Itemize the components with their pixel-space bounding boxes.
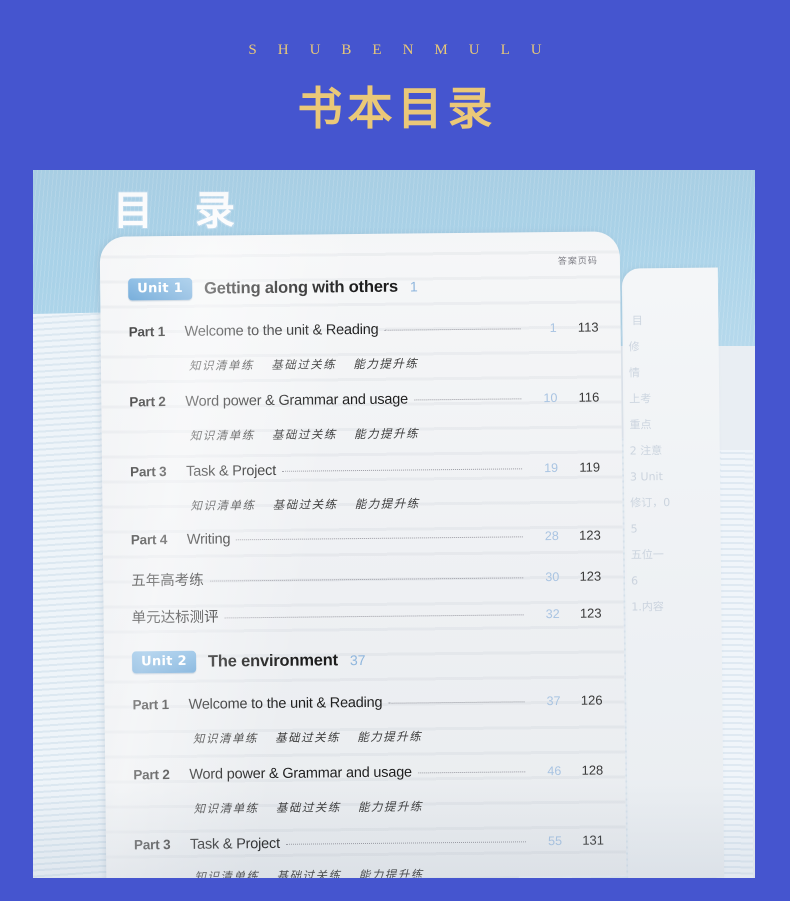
part-title: Task & Project: [186, 462, 277, 480]
sub-item: 知识清单练: [189, 428, 255, 443]
sub-items: 知识清单练 基础过关练 能力提升练: [190, 425, 431, 444]
answer-page-number: 131: [582, 832, 605, 848]
sub-item: 知识清单练: [194, 869, 260, 878]
content-page-number: 46: [547, 763, 562, 779]
content-page-number: 30: [545, 569, 560, 585]
page-title: 书本目录: [297, 82, 498, 135]
content-page-number: 19: [544, 460, 559, 476]
toc-row[interactable]: Part 4 Writing 28 123: [131, 528, 601, 549]
dot-leader: [285, 841, 527, 845]
answer-page-number: 126: [580, 692, 603, 708]
unit-title: Getting along with others: [203, 277, 399, 298]
sub-item: 基础过关练: [274, 730, 341, 745]
section-title: 五年高考练: [131, 572, 204, 590]
unit-badge: Unit 2: [131, 650, 197, 674]
table-of-contents: 答案页码 Unit 1 Getting along with others 1 …: [100, 231, 627, 878]
toc-row[interactable]: Part 3 Task & Project 19 119: [130, 460, 600, 481]
sub-item: 能力提升练: [357, 799, 424, 815]
part-label: Part 1: [132, 697, 169, 713]
part-label: Part 2: [133, 767, 170, 783]
unit-page-number: 1: [409, 278, 418, 295]
sub-item: 知识清单练: [188, 358, 255, 373]
sub-items: 知识清单练 基础过关练 能力提升练: [190, 495, 431, 514]
part-label: Part 1: [128, 324, 166, 340]
sub-item: 能力提升练: [353, 426, 420, 442]
sub-item: 基础过关练: [276, 868, 342, 878]
unit-heading-2[interactable]: Unit 2 The environment 37: [131, 649, 366, 674]
toc-row[interactable]: Part 1 Welcome to the unit & Reading 37 …: [132, 693, 602, 714]
section-title: 单元达标测评: [131, 609, 219, 627]
unit-title: The environment: [207, 650, 338, 671]
sub-item: 基础过关练: [275, 800, 341, 815]
sub-item: 知识清单练: [192, 731, 258, 746]
dot-leader: [209, 577, 524, 582]
sub-items: 知识清单练 基础过关练 能力提升练: [193, 728, 434, 747]
content-page-number: 1: [549, 320, 557, 336]
unit-badge: Unit 1: [128, 277, 193, 301]
answer-page-number: 119: [579, 459, 601, 475]
toc-page: 答案页码 Unit 1 Getting along with others 1 …: [99, 231, 627, 878]
ghost-text: 目 修 情上考 重点 2 注意 3 Unit 修订，0 5 五位一 6 1.内容: [628, 314, 671, 614]
toc-row[interactable]: Part 3 Task & Project 55 131: [134, 832, 604, 853]
sub-item: 能力提升练: [354, 496, 420, 512]
dot-leader: [388, 701, 525, 704]
part-title: Writing: [186, 531, 231, 548]
cover-title: 目 录: [113, 188, 249, 234]
content-page-number: 10: [543, 390, 558, 406]
dot-leader: [384, 328, 521, 331]
toc-row[interactable]: Part 2 Word power & Grammar and usage 46…: [133, 762, 603, 783]
answer-page-number: 128: [581, 762, 604, 778]
content-page-number: 37: [546, 693, 561, 709]
part-title: Welcome to the unit & Reading: [184, 321, 379, 340]
dot-leader: [236, 536, 523, 541]
sub-item: 基础过关练: [271, 427, 337, 442]
answer-page-number: 123: [579, 605, 602, 621]
part-label: Part 2: [129, 394, 166, 410]
toc-row[interactable]: 单元达标测评 32 123: [132, 602, 602, 628]
part-title: Word power & Grammar and usage: [185, 391, 409, 410]
unit-heading-1[interactable]: Unit 1 Getting along with others 1: [128, 275, 418, 301]
answer-page-number: 116: [578, 389, 600, 405]
toc-row[interactable]: 五年高考练 30 123: [131, 565, 601, 591]
part-title: Welcome to the unit & Reading: [188, 694, 383, 713]
part-label: Part 4: [130, 532, 168, 548]
content-page-number: 32: [545, 606, 560, 622]
sub-item: 知识清单练: [190, 498, 256, 513]
banner-pinyin: SHUBENMULU: [248, 42, 563, 58]
answer-column-header: 答案页码: [557, 256, 598, 267]
part-title: Task & Project: [189, 835, 280, 853]
part-label: Part 3: [130, 464, 167, 480]
toc-row[interactable]: Part 1 Welcome to the unit & Reading 1 1…: [129, 320, 599, 341]
dot-leader: [281, 468, 523, 472]
content-page-number: 28: [544, 528, 559, 544]
dot-leader: [413, 398, 522, 401]
page-banner: SHUBENMULU 书本目录: [0, 0, 790, 170]
answer-page-number: 113: [577, 319, 599, 335]
sub-item: 基础过关练: [271, 357, 337, 372]
sub-items: 知识清单练 基础过关练 能力提升练: [194, 798, 435, 817]
adjacent-page-sliver: 目 修 情上考 重点 2 注意 3 Unit 修订，0 5 五位一 6 1.内容: [621, 267, 725, 878]
dot-leader: [224, 614, 524, 619]
part-label: Part 3: [133, 837, 171, 853]
content-page-number: 55: [548, 833, 563, 849]
sub-items: 知识清单练 基础过关练 能力提升练: [189, 355, 430, 374]
answer-page-number: 123: [579, 568, 602, 584]
answer-page-number: 123: [579, 527, 601, 543]
book-photo: 目 录 目 修 情上考 重点 2 注意 3 Unit 修订，0 5 五位一 6 1.内容 答案页…: [33, 170, 755, 878]
sub-item: 知识清单练: [193, 801, 259, 816]
unit-page-number: 37: [349, 651, 366, 669]
sub-item: 能力提升练: [358, 867, 424, 878]
sub-item: 基础过关练: [272, 497, 338, 512]
sub-items: 知识清单练 基础过关练 能力提升练: [194, 866, 435, 878]
sub-item: 能力提升练: [353, 356, 419, 372]
sub-item: 能力提升练: [357, 729, 423, 745]
dot-leader: [417, 771, 526, 774]
part-title: Word power & Grammar and usage: [189, 764, 412, 783]
toc-row[interactable]: Part 2 Word power & Grammar and usage 10…: [129, 390, 599, 411]
